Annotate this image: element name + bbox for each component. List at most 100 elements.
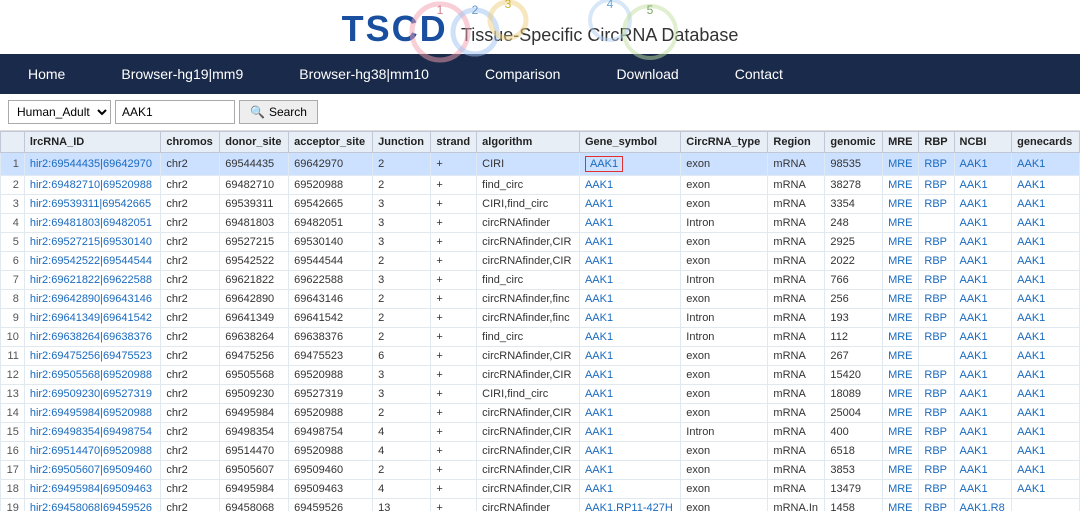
table-link[interactable]: MRE (888, 445, 912, 457)
table-link[interactable]: AAK1 (960, 217, 988, 229)
gene-symbol-link[interactable]: AAK1 (585, 445, 613, 457)
table-cell[interactable]: exon (681, 153, 768, 176)
table-cell[interactable]: MRE (883, 366, 919, 385)
table-cell[interactable]: circRNAfinder,CIR (477, 461, 580, 480)
table-cell[interactable]: + (431, 252, 477, 271)
nav-contact[interactable]: Contact (707, 54, 811, 94)
table-cell[interactable]: RBP (919, 176, 954, 195)
lrcrna-id-link[interactable]: hir2:69495984|69509463 (30, 483, 152, 495)
table-cell[interactable]: chr2 (161, 442, 220, 461)
table-cell[interactable]: 69539311 (220, 195, 289, 214)
table-cell[interactable]: AAK1 (954, 423, 1012, 442)
table-cell[interactable]: exon (681, 233, 768, 252)
table-link[interactable]: RBP (924, 179, 947, 191)
table-cell[interactable]: 766 (825, 271, 883, 290)
table-cell[interactable]: exon (681, 385, 768, 404)
table-link[interactable]: AAK1 (960, 158, 988, 170)
table-link[interactable]: RBP (924, 236, 947, 248)
table-link[interactable]: AAK1 (1017, 464, 1045, 476)
table-cell[interactable]: exon (681, 499, 768, 512)
gene-symbol-link[interactable]: AAK1 (585, 331, 613, 343)
table-cell[interactable]: MRE (883, 153, 919, 176)
gene-symbol-link[interactable]: AAK1 (585, 179, 613, 191)
table-cell[interactable]: AAK1 (1012, 404, 1080, 423)
table-cell[interactable]: AAK1 (954, 461, 1012, 480)
lrcrna-id-link[interactable]: hir2:69527215|69530140 (30, 236, 152, 248)
table-cell[interactable]: + (431, 385, 477, 404)
table-cell[interactable]: AAK1 (1012, 195, 1080, 214)
table-cell[interactable]: find_circ (477, 328, 580, 347)
table-cell[interactable]: 2 (373, 461, 431, 480)
table-cell[interactable]: circRNAfinder,CIR (477, 404, 580, 423)
table-cell[interactable]: AAK1 (1012, 233, 1080, 252)
table-link[interactable]: AAK1 (1017, 179, 1045, 191)
table-cell[interactable]: AAK1 (1012, 347, 1080, 366)
table-cell[interactable]: MRE (883, 233, 919, 252)
table-cell[interactable]: chr2 (161, 252, 220, 271)
lrcrna-id-link[interactable]: hir2:69458068|69459526 (30, 502, 152, 511)
table-cell[interactable]: RBP (919, 233, 954, 252)
table-link[interactable]: RBP (924, 198, 947, 210)
table-cell[interactable]: + (431, 404, 477, 423)
nav-comparison[interactable]: Comparison (457, 54, 588, 94)
table-link[interactable]: AAK1 (1017, 331, 1045, 343)
table-link[interactable]: RBP (924, 407, 947, 419)
table-link[interactable]: AAK1 (960, 369, 988, 381)
table-cell[interactable]: 3 (373, 385, 431, 404)
table-cell[interactable]: RBP (919, 366, 954, 385)
table-cell[interactable]: 6 (373, 347, 431, 366)
table-link[interactable]: AAK1 (1017, 217, 1045, 229)
lrcrna-id-link[interactable]: hir2:69481803|69482051 (30, 217, 152, 229)
table-cell[interactable]: 13479 (825, 480, 883, 499)
table-cell[interactable]: 69498754 (289, 423, 373, 442)
lrcrna-id-link[interactable]: hir2:69482710|69520988 (30, 179, 152, 191)
table-link[interactable]: MRE (888, 274, 912, 286)
table-link[interactable]: AAK1 (1017, 293, 1045, 305)
lrcrna-id-link[interactable]: hir2:69509230|69527319 (30, 388, 152, 400)
table-cell[interactable]: + (431, 461, 477, 480)
table-cell[interactable]: AAK1 (954, 233, 1012, 252)
table-cell[interactable]: + (431, 366, 477, 385)
table-link[interactable]: AAK1 (960, 179, 988, 191)
table-link[interactable]: AAK1 (960, 274, 988, 286)
lrcrna-id-link[interactable]: hir2:69505568|69520988 (30, 369, 152, 381)
table-cell[interactable]: chr2 (161, 404, 220, 423)
table-cell[interactable]: Intron (681, 214, 768, 233)
table-cell[interactable]: + (431, 347, 477, 366)
table-cell[interactable]: 400 (825, 423, 883, 442)
table-cell[interactable]: Intron (681, 309, 768, 328)
lrcrna-id-link[interactable]: hir2:69475256|69475523 (30, 350, 152, 362)
table-cell[interactable]: 69520988 (289, 176, 373, 195)
table-cell[interactable]: mRNA (768, 290, 825, 309)
table-cell[interactable]: AAK1 (579, 290, 680, 309)
table-cell[interactable]: 3 (373, 214, 431, 233)
table-cell[interactable]: AAK1,RP11-427H (579, 499, 680, 512)
table-cell[interactable]: AAK1 (1012, 214, 1080, 233)
table-link[interactable]: AAK1 (960, 483, 988, 495)
table-cell[interactable]: AAK1 (1012, 461, 1080, 480)
table-cell[interactable]: AAK1 (1012, 423, 1080, 442)
table-cell[interactable]: hir2:69542522|69544544 (24, 252, 161, 271)
table-cell[interactable]: hir2:69621822|69622588 (24, 271, 161, 290)
table-cell[interactable]: mRNA (768, 328, 825, 347)
table-cell[interactable]: 3 (373, 366, 431, 385)
table-cell[interactable]: AAK1 (954, 153, 1012, 176)
table-link[interactable]: AAK1 (1017, 274, 1045, 286)
table-cell[interactable]: RBP (919, 271, 954, 290)
table-cell[interactable]: 69459526 (289, 499, 373, 512)
table-cell[interactable]: chr2 (161, 271, 220, 290)
table-cell[interactable]: AAK1 (579, 214, 680, 233)
table-cell[interactable]: + (431, 176, 477, 195)
table-cell[interactable]: 69498354 (220, 423, 289, 442)
table-cell[interactable]: AAK1 (579, 461, 680, 480)
table-cell[interactable]: hir2:69458068|69459526 (24, 499, 161, 512)
table-link[interactable]: MRE (888, 464, 912, 476)
table-cell[interactable]: AAK1 (954, 385, 1012, 404)
lrcrna-id-link[interactable]: hir2:69621822|69622588 (30, 274, 152, 286)
table-cell[interactable]: MRE (883, 461, 919, 480)
table-cell[interactable]: 6518 (825, 442, 883, 461)
table-cell[interactable]: 69527215 (220, 233, 289, 252)
table-cell[interactable]: AAK1 (579, 442, 680, 461)
table-cell[interactable]: 69505568 (220, 366, 289, 385)
table-cell[interactable]: AAK1 (579, 233, 680, 252)
